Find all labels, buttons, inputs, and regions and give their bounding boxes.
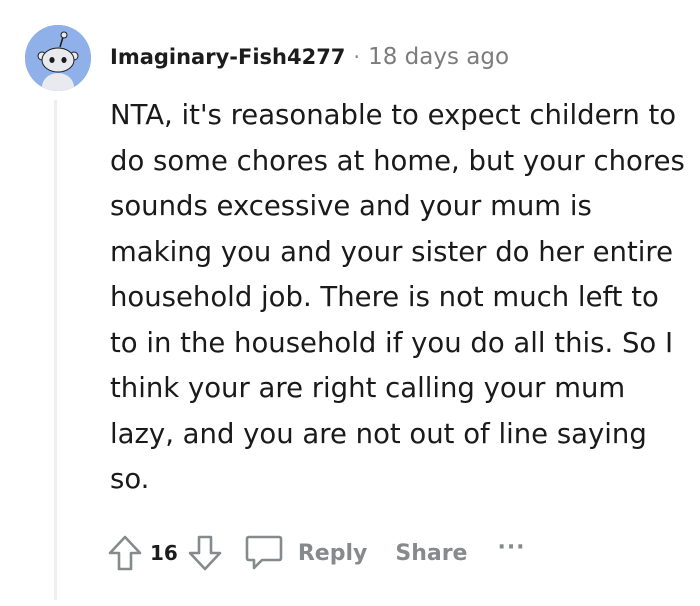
username-link[interactable]: Imaginary-Fish4277 (110, 45, 345, 69)
vote-count: 16 (150, 541, 178, 565)
timestamp[interactable]: 18 days ago (368, 44, 509, 70)
more-options-button[interactable]: ··· (497, 535, 525, 560)
speech-bubble-icon (244, 534, 284, 572)
comment-body: NTA, it's reasonable to expect childern … (110, 93, 690, 503)
downvote-arrow-icon[interactable] (188, 535, 222, 571)
snoo-avatar-icon (25, 25, 91, 91)
comment-meta: Imaginary-Fish4277 · 18 days ago (110, 40, 509, 74)
reply-button[interactable]: Reply (244, 534, 368, 572)
meta-separator: · (353, 45, 361, 69)
share-button[interactable]: Share (395, 541, 467, 566)
upvote-arrow-icon[interactable] (108, 535, 142, 571)
comment-text: NTA, it's reasonable to expect childern … (110, 99, 685, 495)
avatar[interactable] (25, 25, 91, 91)
comment-actions: 16 Reply Share ··· (108, 530, 526, 576)
reply-label: Reply (297, 540, 368, 566)
thread-line[interactable] (54, 100, 57, 600)
